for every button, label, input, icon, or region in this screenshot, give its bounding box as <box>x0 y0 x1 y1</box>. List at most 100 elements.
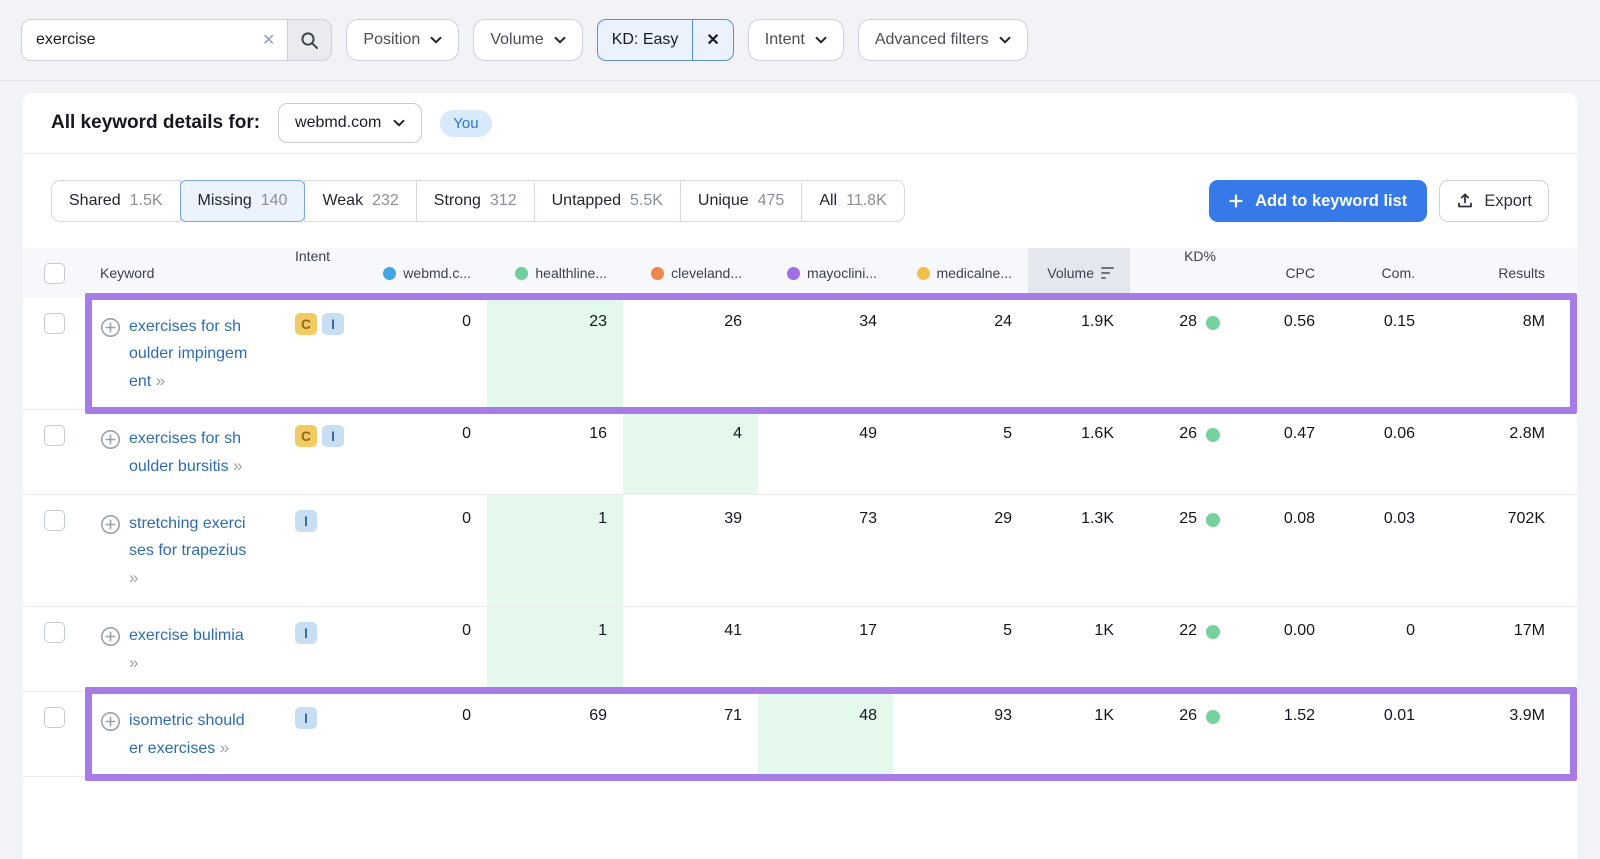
row-checkbox[interactable] <box>44 313 65 334</box>
keyword-column-header[interactable]: Keyword <box>85 248 295 298</box>
domain-color-dot-icon <box>787 267 800 280</box>
tab-label: Shared <box>69 192 121 210</box>
expand-keyword-icon[interactable] <box>100 711 121 762</box>
competitor-domain-label: medicalne... <box>937 265 1012 281</box>
cpc-cell: 1.52 <box>1230 692 1335 776</box>
intent-filter-dropdown[interactable]: Intent <box>748 19 844 61</box>
toolbar-divider <box>0 80 1600 81</box>
tab-missing[interactable]: Missing 140 <box>180 180 306 222</box>
position-cell-medicalnews: 24 <box>893 298 1028 409</box>
competitor-column-header[interactable]: webmd.c... <box>357 248 487 298</box>
intent-badge-i: I <box>322 425 344 447</box>
open-keyword-icon[interactable]: » <box>233 456 240 475</box>
keyword-gap-panel: All keyword details for: webmd.com You S… <box>23 93 1577 859</box>
competitor-domain-label: healthline... <box>535 265 607 281</box>
volume-column-header[interactable]: Volume <box>1028 248 1130 298</box>
kd-difficulty-dot-icon <box>1206 513 1220 527</box>
volume-cell: 1K <box>1028 692 1130 776</box>
open-keyword-icon[interactable]: » <box>220 738 227 757</box>
intent-column-header[interactable]: Intent <box>295 248 357 298</box>
tab-strong[interactable]: Strong 312 <box>416 180 535 222</box>
keyword-cell: exercises for shoulder bursitis » <box>85 410 295 494</box>
competitor-column-header[interactable]: medicalne... <box>893 248 1028 298</box>
open-keyword-icon[interactable]: » <box>129 568 136 587</box>
tab-shared[interactable]: Shared 1.5K <box>51 180 181 222</box>
advanced-filters-label: Advanced filters <box>875 31 989 49</box>
advanced-filters-dropdown[interactable]: Advanced filters <box>858 19 1028 61</box>
kd-column-header[interactable]: KD% <box>1130 248 1230 298</box>
chevron-down-icon <box>430 36 442 44</box>
intent-filter-label: Intent <box>765 31 805 49</box>
tab-unique[interactable]: Unique 475 <box>680 180 802 222</box>
row-checkbox[interactable] <box>44 510 65 531</box>
tab-untapped[interactable]: Untapped 5.5K <box>534 180 681 222</box>
row-checkbox[interactable] <box>44 425 65 446</box>
volume-filter-dropdown[interactable]: Volume <box>473 19 582 61</box>
keyword-cell: exercise bulimia » <box>85 607 295 691</box>
expand-keyword-icon[interactable] <box>100 514 121 592</box>
intent-badge-i: I <box>295 707 317 729</box>
position-cell-medicalnews: 5 <box>893 607 1028 691</box>
row-checkbox-cell <box>23 692 85 776</box>
export-button[interactable]: Export <box>1439 180 1549 222</box>
keyword-link[interactable]: exercise bulimia » <box>129 627 244 672</box>
keyword-link[interactable]: stretching exercises for trapezius » <box>129 515 246 587</box>
intent-badge-c: C <box>295 425 317 447</box>
keyword-link[interactable]: exercises for shoulder bursitis » <box>129 430 241 475</box>
keyword-text: isometric shoulder exercises <box>129 712 245 757</box>
table-row: exercises for shoulder bursitis » CI 0 1… <box>23 410 1577 495</box>
cpc-cell: 0.47 <box>1230 410 1335 494</box>
kd-cell: 25 <box>1130 495 1230 606</box>
table-actions: Add to keyword list Export <box>1209 180 1549 222</box>
results-cell: 3.9M <box>1435 692 1577 776</box>
position-cell-webmd: 0 <box>357 607 487 691</box>
keyword-link[interactable]: exercises for shoulder impingement » <box>129 318 247 390</box>
kd-easy-filter-label: KD: Easy <box>598 20 693 60</box>
select-all-checkbox[interactable] <box>44 263 65 284</box>
domain-select[interactable]: webmd.com <box>278 103 422 143</box>
competitor-column-header[interactable]: healthline... <box>487 248 623 298</box>
keyword-search-group: ✕ <box>21 19 332 61</box>
position-cell-cleveland: 26 <box>623 298 758 409</box>
search-button[interactable] <box>287 20 331 60</box>
keyword-text: exercises for shoulder bursitis <box>129 430 241 475</box>
open-keyword-icon[interactable]: » <box>156 371 163 390</box>
domain-color-dot-icon <box>651 267 664 280</box>
position-cell-healthline: 16 <box>487 410 623 494</box>
clear-search-icon[interactable]: ✕ <box>250 20 287 60</box>
tab-weak[interactable]: Weak 232 <box>304 180 416 222</box>
keyword-cell: isometric shoulder exercises » <box>85 692 295 776</box>
results-column-header[interactable]: Results <box>1435 248 1577 298</box>
kd-cell: 22 <box>1130 607 1230 691</box>
intent-badge-c: C <box>295 313 317 335</box>
chevron-down-icon <box>999 36 1011 44</box>
expand-keyword-icon[interactable] <box>100 317 121 395</box>
domain-select-value: webmd.com <box>295 114 381 132</box>
position-cell-webmd: 0 <box>357 410 487 494</box>
row-checkbox[interactable] <box>44 707 65 728</box>
table-row: isometric shoulder exercises » I 0 69 71… <box>23 692 1577 777</box>
intent-badge-i: I <box>295 622 317 644</box>
com-column-header[interactable]: Com. <box>1335 248 1435 298</box>
add-to-keyword-list-button[interactable]: Add to keyword list <box>1209 180 1427 222</box>
expand-keyword-icon[interactable] <box>100 626 121 677</box>
position-cell-healthline: 23 <box>487 298 623 409</box>
open-keyword-icon[interactable]: » <box>129 653 136 672</box>
position-filter-dropdown[interactable]: Position <box>346 19 459 61</box>
search-input[interactable] <box>22 20 250 60</box>
position-filter-label: Position <box>363 31 420 49</box>
cpc-column-header[interactable]: CPC <box>1230 248 1335 298</box>
remove-kd-filter-icon[interactable]: ✕ <box>692 20 732 60</box>
row-checkbox[interactable] <box>44 622 65 643</box>
row-body: isometric shoulder exercises » I 0 69 71… <box>85 692 1577 776</box>
sort-descending-icon <box>1101 267 1114 280</box>
tab-all[interactable]: All 11.8K <box>801 180 904 222</box>
competitor-column-header[interactable]: cleveland... <box>623 248 758 298</box>
keyword-link[interactable]: isometric shoulder exercises » <box>129 712 245 757</box>
intent-badge-i: I <box>295 510 317 532</box>
expand-keyword-icon[interactable] <box>100 429 121 480</box>
tab-label: Unique <box>698 192 749 210</box>
kd-easy-filter-chip: KD: Easy ✕ <box>597 19 734 61</box>
tab-label: All <box>819 192 837 210</box>
competitor-column-header[interactable]: mayoclini... <box>758 248 893 298</box>
